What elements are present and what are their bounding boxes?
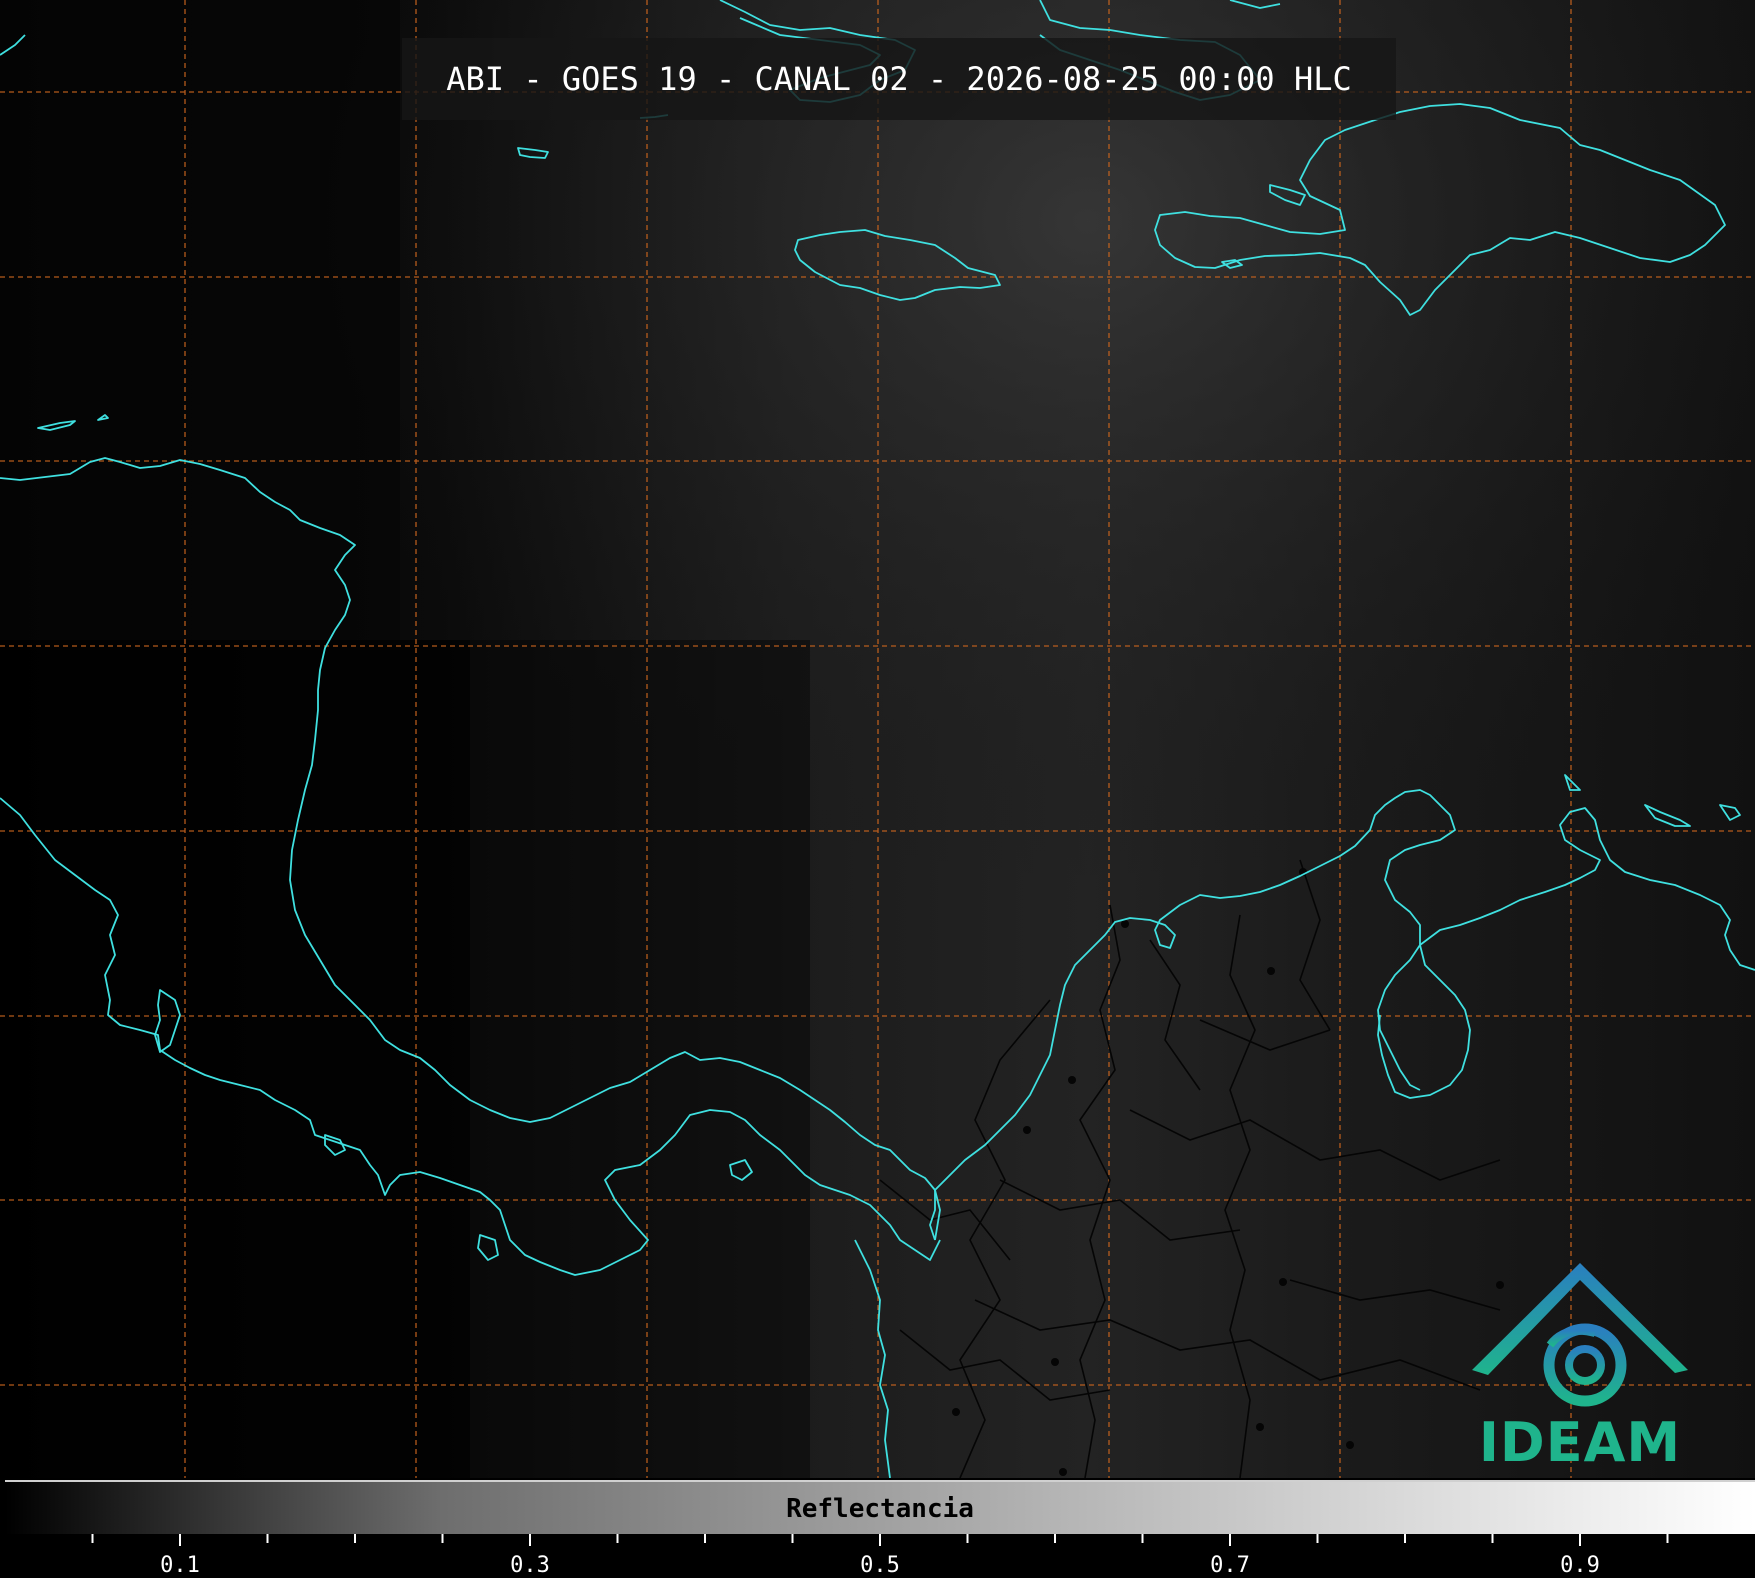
map-title: ABI - GOES 19 - CANAL 02 - 2026-08-25 00…: [446, 60, 1352, 98]
colorbar-tick-label: 0.5: [860, 1553, 900, 1578]
colorbar-label: Reflectancia: [786, 1494, 974, 1524]
colorbar: Reflectancia: [5, 1480, 1755, 1534]
ideam-logo-text: IDEAM: [1478, 1411, 1682, 1474]
colorbar-tick-label: 0.3: [510, 1553, 550, 1578]
ideam-logo: IDEAM: [1470, 1255, 1690, 1475]
colorbar-tick-label: 0.1: [160, 1553, 200, 1578]
colorbar-tick-label: 0.7: [1210, 1553, 1250, 1578]
colorbar-tick-label: 0.9: [1560, 1553, 1600, 1578]
ideam-logo-icon: [1472, 1263, 1688, 1407]
title-banner: ABI - GOES 19 - CANAL 02 - 2026-08-25 00…: [402, 38, 1396, 120]
